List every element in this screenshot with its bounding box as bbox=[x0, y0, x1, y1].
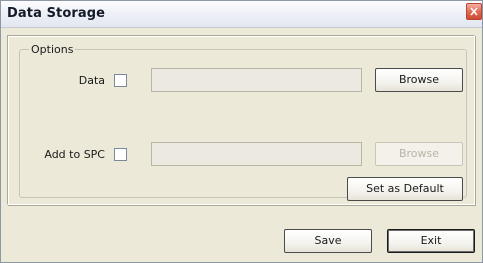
window-title: Data Storage bbox=[7, 6, 106, 21]
spc-path-field[interactable] bbox=[151, 142, 362, 166]
add-to-spc-label: Add to SPC bbox=[44, 148, 105, 161]
options-legend: Options bbox=[29, 43, 76, 56]
close-x-icon bbox=[470, 7, 478, 16]
spc-browse-button[interactable]: Browse bbox=[375, 142, 463, 166]
title-bar[interactable]: Data Storage bbox=[1, 1, 482, 28]
data-path-field[interactable] bbox=[151, 68, 362, 92]
save-button[interactable]: Save bbox=[284, 229, 372, 253]
data-checkbox[interactable] bbox=[114, 74, 127, 87]
data-storage-dialog: Data Storage Options Data Browse Add to … bbox=[0, 0, 483, 263]
data-browse-button[interactable]: Browse bbox=[375, 68, 463, 92]
add-to-spc-checkbox[interactable] bbox=[114, 148, 127, 161]
dialog-content: Options Data Browse Add to SPC Browse Se… bbox=[1, 28, 482, 262]
data-label: Data bbox=[78, 74, 105, 87]
close-button[interactable] bbox=[466, 3, 482, 20]
set-as-default-button[interactable]: Set as Default bbox=[347, 177, 463, 201]
exit-button[interactable]: Exit bbox=[387, 229, 475, 253]
